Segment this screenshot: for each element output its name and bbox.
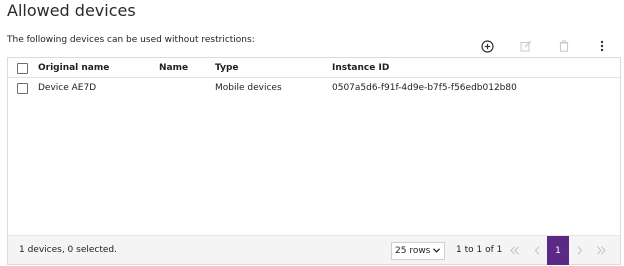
cell-instance-id: 0507a5d6-f91f-4d9e-b7f5-f56edb012b80	[332, 83, 517, 93]
add-circle-icon	[480, 39, 494, 53]
table-row[interactable]: Device AE7D Mobile devices 0507a5d6-f91f…	[8, 78, 620, 98]
more-options-button[interactable]	[592, 36, 612, 56]
column-header-instance-id[interactable]: Instance ID	[332, 58, 389, 78]
table-footer: 1 devices, 0 selected. 25 rows 1 to 1 of…	[8, 235, 620, 265]
cell-type: Mobile devices	[215, 83, 282, 93]
more-vertical-icon	[600, 40, 604, 52]
column-header-name[interactable]: Name	[159, 58, 188, 78]
cell-original-name: Device AE7D	[38, 83, 97, 93]
last-page-button[interactable]	[590, 236, 612, 265]
column-header-original-name[interactable]: Original name	[38, 58, 109, 78]
page-title: Allowed devices	[7, 1, 136, 20]
previous-page-button[interactable]	[526, 236, 548, 265]
chevron-down-icon	[433, 248, 440, 253]
rows-per-page-value: 25 rows	[395, 246, 431, 256]
trash-icon	[559, 40, 569, 52]
page-button-current[interactable]: 1	[547, 236, 569, 265]
select-all-checkbox[interactable]	[17, 63, 28, 74]
chevron-right-icon	[577, 246, 583, 255]
first-page-button[interactable]	[504, 236, 526, 265]
delete-button[interactable]	[554, 36, 574, 56]
page-description: The following devices can be used withou…	[7, 35, 255, 45]
rows-per-page-select[interactable]: 25 rows	[391, 242, 445, 260]
selection-status: 1 devices, 0 selected.	[19, 245, 117, 255]
row-checkbox[interactable]	[17, 83, 28, 94]
double-chevron-right-icon	[597, 246, 606, 255]
edit-icon	[520, 40, 532, 52]
add-button[interactable]	[477, 36, 497, 56]
chevron-left-icon	[534, 246, 540, 255]
double-chevron-left-icon	[510, 246, 519, 255]
devices-table: Original name Name Type Instance ID Devi…	[7, 57, 621, 265]
edit-button[interactable]	[516, 36, 536, 56]
pagination-range: 1 to 1 of 1	[456, 245, 503, 255]
table-header-row: Original name Name Type Instance ID	[8, 58, 620, 78]
column-header-type[interactable]: Type	[215, 58, 238, 78]
next-page-button[interactable]	[569, 236, 591, 265]
